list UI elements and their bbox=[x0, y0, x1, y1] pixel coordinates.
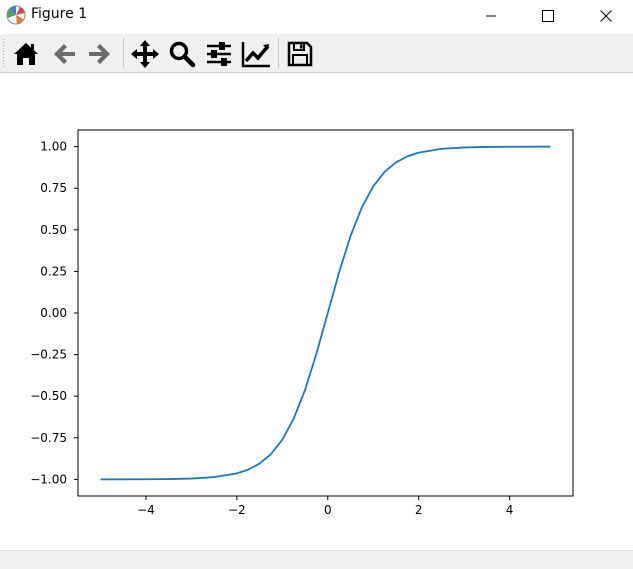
axes-background bbox=[78, 130, 573, 496]
y-tick-label: −0.25 bbox=[30, 348, 67, 362]
edit-axis-button[interactable] bbox=[239, 37, 273, 71]
save-button[interactable] bbox=[283, 37, 317, 71]
line-chart-icon bbox=[241, 42, 270, 68]
y-tick-label: −0.50 bbox=[30, 389, 67, 403]
x-tick-label: 0 bbox=[324, 503, 332, 517]
app-icon bbox=[6, 5, 26, 25]
status-bar bbox=[0, 550, 633, 569]
magnifier-icon bbox=[169, 41, 196, 68]
toolbar-separator bbox=[123, 38, 124, 68]
y-tick-label: −1.00 bbox=[30, 472, 67, 486]
home-button[interactable] bbox=[9, 37, 43, 71]
y-tick-label: 0.75 bbox=[40, 181, 67, 195]
x-tick-label: 4 bbox=[506, 503, 514, 517]
line-chart: −4 −2 0 2 4 −1.00 −0.75 −0.50 −0.25 0.00 0.25 0.50 0… bbox=[30, 129, 574, 517]
toolbar-separator bbox=[278, 38, 279, 68]
minimize-button[interactable] bbox=[462, 0, 520, 31]
close-button[interactable] bbox=[577, 0, 633, 31]
x-tick-label: 2 bbox=[415, 503, 423, 517]
y-tick-label: −0.75 bbox=[30, 431, 67, 445]
arrow-right-icon bbox=[89, 44, 110, 64]
forward-button[interactable] bbox=[83, 37, 117, 71]
sliders-icon bbox=[207, 42, 231, 66]
window-title: Figure 1 bbox=[31, 6, 88, 22]
maximize-button[interactable] bbox=[519, 0, 577, 31]
y-tick-label: 0.50 bbox=[40, 223, 67, 237]
y-tick-label: 1.00 bbox=[40, 140, 67, 154]
maximize-icon bbox=[542, 9, 554, 22]
move-icon bbox=[131, 40, 159, 68]
back-button[interactable] bbox=[47, 37, 81, 71]
zoom-button[interactable] bbox=[165, 37, 199, 71]
x-tick-label: −2 bbox=[228, 503, 246, 517]
pan-button[interactable] bbox=[128, 37, 162, 71]
home-icon bbox=[14, 43, 38, 65]
arrow-left-icon bbox=[54, 44, 75, 64]
toolbar-grip[interactable] bbox=[2, 39, 5, 67]
minimize-icon bbox=[486, 15, 496, 16]
y-tick-label: 0.00 bbox=[40, 306, 67, 320]
x-tick-label: −4 bbox=[137, 503, 155, 517]
y-tick-label: 0.25 bbox=[40, 264, 67, 278]
close-icon bbox=[600, 9, 612, 22]
figure-canvas[interactable]: −4 −2 0 2 4 −1.00 −0.75 −0.50 −0.25 0.00 0.25 0.50 0… bbox=[0, 73, 633, 549]
title-bar: Figure 1 bbox=[0, 0, 633, 31]
floppy-disk-icon bbox=[287, 41, 313, 67]
navigation-toolbar bbox=[0, 34, 633, 73]
configure-subplots-button[interactable] bbox=[202, 37, 236, 71]
